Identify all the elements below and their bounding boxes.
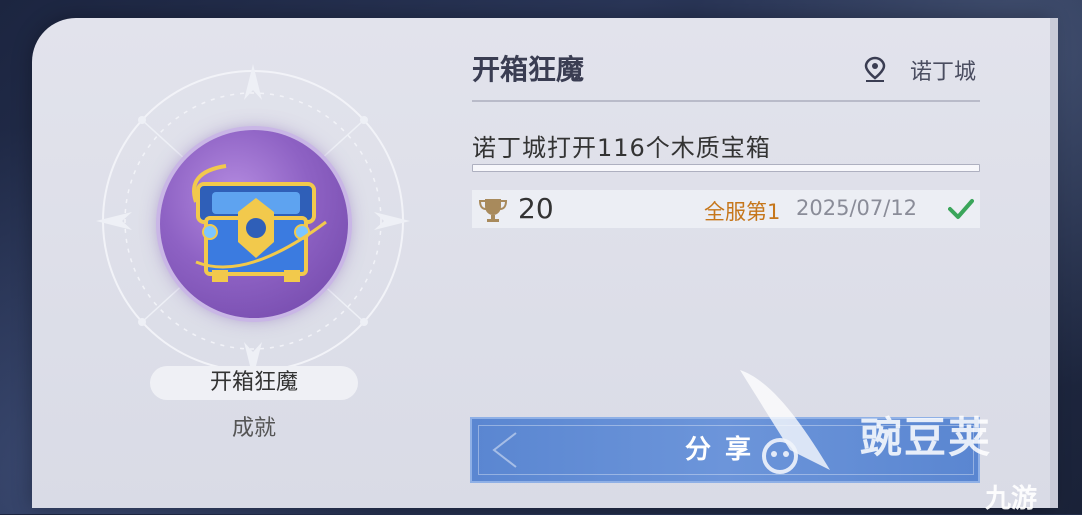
watermark-brand: 豌豆荚 [860,413,993,462]
trophy-icon [478,199,508,222]
title-divider [472,100,980,102]
server-rank: 全服第1 [704,200,781,224]
progress-fill [473,165,979,171]
badge-type-label: 成就 [231,416,276,441]
reward-value: 20 [518,192,554,225]
completion-date: 2025/07/12 [796,196,918,220]
achievement-title: 开箱狂魔 [472,53,585,86]
progress-bar [472,164,980,172]
achievement-description: 诺丁城打开116个木质宝箱 [472,134,771,162]
treasure-chest-icon [192,164,327,282]
location-pin-icon [864,56,886,82]
location-label: 诺丁城 [910,60,977,85]
watermark-corner: 九游 [985,484,1038,514]
checkmark-icon [948,199,974,219]
panel-edge [1050,18,1058,508]
badge-name: 开箱狂魔 [150,366,358,400]
watermark-logo-icon [740,370,830,474]
reward-row: 20 全服第1 2025/07/12 [472,190,980,228]
